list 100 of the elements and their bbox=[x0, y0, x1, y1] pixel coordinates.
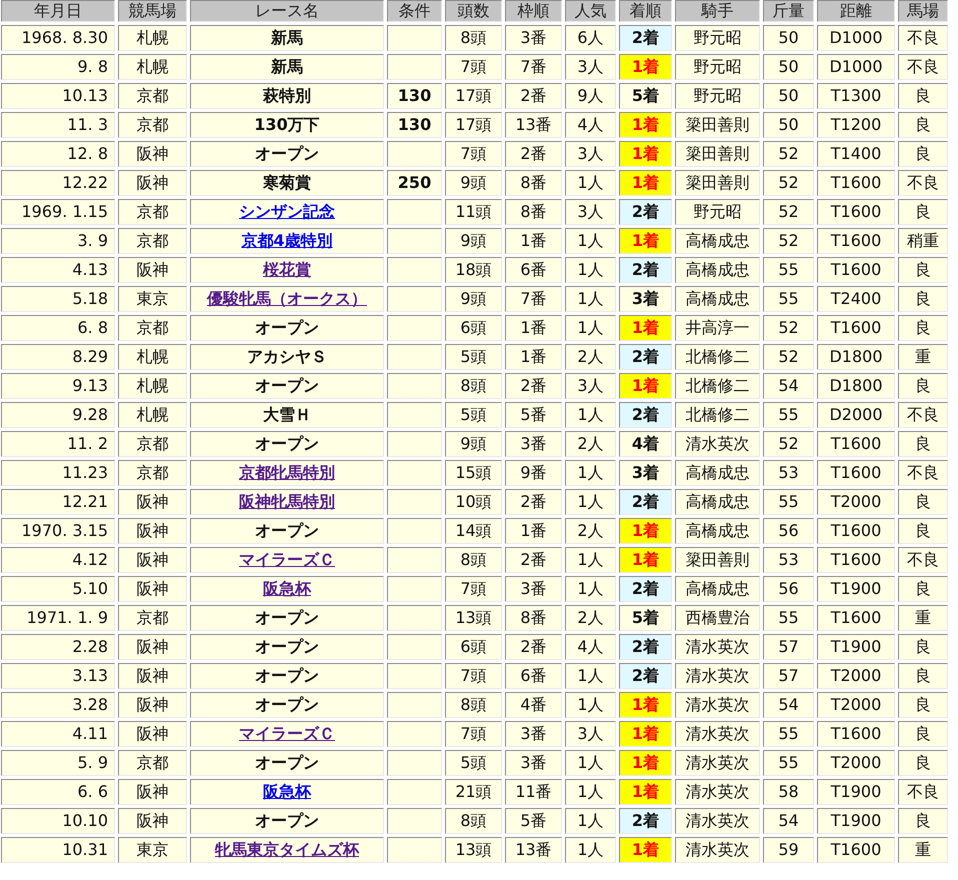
table-cell: 1人 bbox=[565, 228, 616, 254]
table-cell: 54 bbox=[763, 692, 814, 718]
table-cell: 130 bbox=[387, 83, 442, 109]
table-cell: 不良 bbox=[898, 460, 948, 486]
race-link[interactable]: 阪急杯 bbox=[263, 579, 311, 598]
table-cell: 良 bbox=[898, 518, 948, 544]
table-cell: 良 bbox=[898, 373, 948, 399]
table-cell: T2000 bbox=[817, 692, 895, 718]
table-cell: 12.21 bbox=[1, 489, 115, 515]
table-cell: 清水英次 bbox=[675, 431, 760, 457]
table-cell: T2400 bbox=[817, 286, 895, 312]
race-link[interactable]: 京都4歳特別 bbox=[241, 231, 333, 250]
table-cell: 6番 bbox=[505, 663, 562, 689]
table-cell: 良 bbox=[898, 489, 948, 515]
table-cell: 高橋成忠 bbox=[675, 257, 760, 283]
table-cell: 野元昭 bbox=[675, 199, 760, 225]
table-cell: 13番 bbox=[505, 112, 562, 138]
table-cell: 50 bbox=[763, 54, 814, 80]
table-cell: 2番 bbox=[505, 489, 562, 515]
table-cell: D2000 bbox=[817, 402, 895, 428]
column-header: 競馬場 bbox=[118, 0, 187, 22]
table-cell: T1600 bbox=[817, 518, 895, 544]
table-cell: 2人 bbox=[565, 431, 616, 457]
column-header: 馬場 bbox=[898, 0, 948, 22]
table-cell: 10.10 bbox=[1, 808, 115, 834]
table-cell: 7番 bbox=[505, 286, 562, 312]
finish-cell: 2着 bbox=[619, 344, 672, 370]
table-cell: 9頭 bbox=[445, 228, 502, 254]
table-cell: 55 bbox=[763, 257, 814, 283]
table-cell: 阪神 bbox=[118, 518, 187, 544]
finish-cell: 1着 bbox=[619, 141, 672, 167]
table-cell: 11番 bbox=[505, 779, 562, 805]
table-cell: T1300 bbox=[817, 83, 895, 109]
table-cell: 重 bbox=[898, 344, 948, 370]
table-cell: 7頭 bbox=[445, 141, 502, 167]
finish-cell: 2着 bbox=[619, 634, 672, 660]
table-cell: 良 bbox=[898, 634, 948, 660]
finish-cell: 4着 bbox=[619, 431, 672, 457]
table-cell: 55 bbox=[763, 489, 814, 515]
race-link[interactable]: シンザン記念 bbox=[239, 202, 335, 221]
table-cell: 1968. 8.30 bbox=[1, 25, 115, 51]
table-cell: 9頭 bbox=[445, 431, 502, 457]
table-cell: 3番 bbox=[505, 25, 562, 51]
table-cell: 2番 bbox=[505, 141, 562, 167]
table-cell: T2000 bbox=[817, 489, 895, 515]
table-cell: 18頭 bbox=[445, 257, 502, 283]
table-cell: T1600 bbox=[817, 315, 895, 341]
column-header: 条件 bbox=[387, 0, 442, 22]
table-cell: 21頭 bbox=[445, 779, 502, 805]
race-link[interactable]: 桜花賞 bbox=[263, 260, 311, 279]
table-cell: 高橋成忠 bbox=[675, 518, 760, 544]
race-link[interactable]: マイラーズＣ bbox=[239, 550, 335, 569]
table-cell: D1000 bbox=[817, 54, 895, 80]
table-cell: 良 bbox=[898, 257, 948, 283]
table-cell: 8頭 bbox=[445, 692, 502, 718]
table-cell: オープン bbox=[190, 315, 384, 341]
race-link[interactable]: 優駿牝馬（オークス） bbox=[207, 289, 367, 308]
table-cell: 札幌 bbox=[118, 54, 187, 80]
table-cell: オープン bbox=[190, 141, 384, 167]
table-cell: 10頭 bbox=[445, 489, 502, 515]
table-cell: 52 bbox=[763, 344, 814, 370]
table-cell: 阪神 bbox=[118, 692, 187, 718]
table-cell: 1人 bbox=[565, 547, 616, 573]
table-cell: 7頭 bbox=[445, 576, 502, 602]
table-cell: 9人 bbox=[565, 83, 616, 109]
table-cell: 不良 bbox=[898, 547, 948, 573]
table-cell: 4.11 bbox=[1, 721, 115, 747]
table-cell: オープン bbox=[190, 750, 384, 776]
race-link[interactable]: 阪神牝馬特別 bbox=[239, 492, 335, 511]
table-cell: T2000 bbox=[817, 750, 895, 776]
table-cell: 京都 bbox=[118, 83, 187, 109]
table-cell: T1600 bbox=[817, 257, 895, 283]
table-cell: 1人 bbox=[565, 402, 616, 428]
table-cell: 13頭 bbox=[445, 605, 502, 631]
table-cell: 3人 bbox=[565, 721, 616, 747]
table-cell: 阪神 bbox=[118, 170, 187, 196]
table-cell: 1番 bbox=[505, 344, 562, 370]
race-link[interactable]: 牝馬東京タイムズ杯 bbox=[215, 840, 359, 859]
table-cell: 5.18 bbox=[1, 286, 115, 312]
table-cell: 新馬 bbox=[190, 54, 384, 80]
table-cell: 56 bbox=[763, 576, 814, 602]
table-cell: 1人 bbox=[565, 489, 616, 515]
race-link[interactable]: 阪急杯 bbox=[263, 782, 311, 801]
table-cell: T1600 bbox=[817, 837, 895, 863]
table-cell: オープン bbox=[190, 692, 384, 718]
finish-cell: 2着 bbox=[619, 663, 672, 689]
race-link[interactable]: マイラーズＣ bbox=[239, 724, 335, 743]
table-cell: 2番 bbox=[505, 83, 562, 109]
table-cell: 9.13 bbox=[1, 373, 115, 399]
table-cell: 52 bbox=[763, 315, 814, 341]
table-cell: 9番 bbox=[505, 460, 562, 486]
race-link[interactable]: 京都牝馬特別 bbox=[239, 463, 335, 482]
table-cell: 9頭 bbox=[445, 170, 502, 196]
table-cell: 6頭 bbox=[445, 634, 502, 660]
table-cell: 9.28 bbox=[1, 402, 115, 428]
table-cell: 札幌 bbox=[118, 402, 187, 428]
table-cell: 8頭 bbox=[445, 547, 502, 573]
table-cell: 京都 bbox=[118, 112, 187, 138]
column-header: 人気 bbox=[565, 0, 616, 22]
table-cell: 4人 bbox=[565, 634, 616, 660]
